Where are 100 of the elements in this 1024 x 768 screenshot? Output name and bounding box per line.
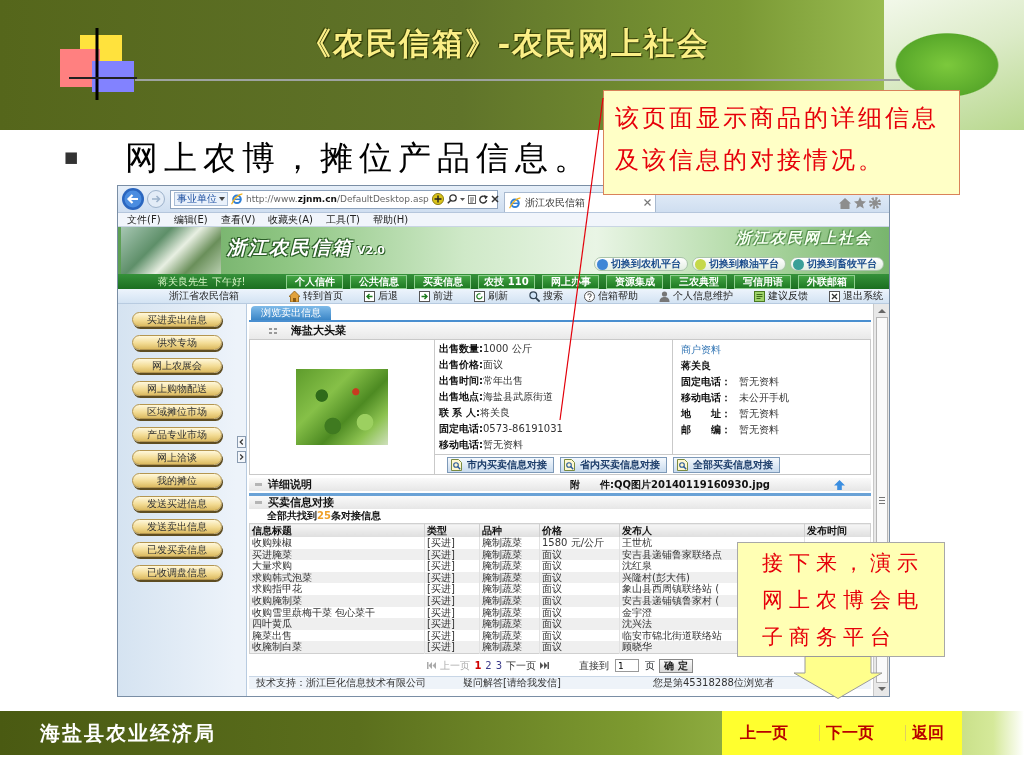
confirm-button[interactable]: 确 定 xyxy=(659,658,693,673)
grip-icon xyxy=(269,327,277,334)
nav-button[interactable]: 买卖信息 xyxy=(414,274,471,289)
chevron-right-icon[interactable] xyxy=(236,451,246,463)
table-cell: 收腌制白菜 xyxy=(249,641,425,654)
toolbar-link[interactable]: 搜索 xyxy=(529,290,563,302)
toolbar-link[interactable]: 刷新 xyxy=(474,290,508,302)
chevron-left-icon[interactable] xyxy=(236,436,246,448)
close-icon[interactable] xyxy=(490,195,499,203)
menu-item[interactable]: 文件(F) xyxy=(127,214,161,225)
url-field[interactable]: http://www.zjnm.cn/DefaultDesktop.asp xyxy=(246,194,429,204)
search-icon[interactable] xyxy=(446,194,457,204)
match-button[interactable]: 省内买卖信息对接 xyxy=(560,456,667,473)
menu-item[interactable]: 工具(T) xyxy=(326,214,360,225)
sidebar-button[interactable]: 供求专场 xyxy=(132,335,222,350)
toolbar-link[interactable]: 退出系统 xyxy=(829,290,883,302)
match-button[interactable]: 全部买卖信息对接 xyxy=(673,456,780,473)
nav-button[interactable]: 写信用语 xyxy=(734,274,791,289)
slide-nav-link[interactable]: 上一页 xyxy=(734,725,795,741)
home-icon[interactable] xyxy=(839,198,851,209)
house-icon xyxy=(289,290,300,302)
toolbar-link[interactable]: 个人信息维护 xyxy=(659,290,733,302)
menu-item[interactable]: 收藏夹(A) xyxy=(268,214,313,225)
platform-switch-button[interactable]: 切换到农机平台 xyxy=(594,257,688,271)
sidebar-button[interactable]: 已发买卖信息 xyxy=(132,542,222,557)
table-cell: [买进] xyxy=(424,537,480,549)
toolbar-link[interactable]: 建议反馈 xyxy=(754,290,808,302)
banner-slogan: 浙江农民网上社会 xyxy=(736,231,872,246)
page-link[interactable]: 3 xyxy=(495,660,503,671)
toolbar-link[interactable]: 后退 xyxy=(364,290,398,302)
field-value: 暂无资料 xyxy=(739,409,779,419)
sidebar-button[interactable]: 网上购物配送 xyxy=(132,381,222,396)
detail-text: 出售时间:常年出售 xyxy=(439,374,524,388)
last-page-icon[interactable] xyxy=(540,662,550,670)
table-cell: 腌制蔬菜 xyxy=(479,537,540,549)
menu-item[interactable]: 编辑(E) xyxy=(173,214,208,225)
person-icon xyxy=(659,290,670,302)
note-icon xyxy=(754,290,765,302)
sidebar-button[interactable]: 区域摊位市场 xyxy=(132,404,222,419)
nav-button[interactable]: 公共信息 xyxy=(350,274,407,289)
document-search-icon xyxy=(451,458,463,471)
attachment-text: 附 件:QQ图片20140119160930.jpg xyxy=(570,479,770,490)
sidebar-button[interactable]: 已收调盘信息 xyxy=(132,565,222,580)
close-box-icon xyxy=(829,290,840,302)
favorites-dropdown[interactable]: 事业单位 xyxy=(174,192,228,206)
back-arrow-icon[interactable] xyxy=(122,188,144,210)
section-title: 详细说明 xyxy=(268,479,312,490)
nav-button[interactable]: 三农典型 xyxy=(670,274,727,289)
nav-button[interactable]: 资源集成 xyxy=(606,274,663,289)
toolbar-link[interactable]: 前进 xyxy=(419,290,453,302)
table-cell: [买进] xyxy=(424,641,480,654)
browser-icon xyxy=(509,196,521,209)
match-button[interactable]: 市内买卖信息对接 xyxy=(447,456,554,473)
table-cell: 腌制蔬菜 xyxy=(479,560,540,572)
up-arrow-icon[interactable] xyxy=(834,479,845,490)
nav-button[interactable]: 外联邮箱 xyxy=(798,274,855,289)
column-header[interactable]: 品种 xyxy=(479,523,540,537)
platform-switch-button[interactable]: 切换到粮油平台 xyxy=(692,257,786,271)
menu-item[interactable]: 帮助(H) xyxy=(372,214,409,225)
toolbar-link[interactable]: 信箱帮助 xyxy=(584,290,638,302)
page-input[interactable]: 1 xyxy=(615,659,640,673)
column-header[interactable]: 发布时间 xyxy=(804,523,871,537)
menu-item[interactable]: 查看(V) xyxy=(220,214,256,225)
table-cell: 腌制蔬菜 xyxy=(479,641,540,654)
refresh-icon[interactable] xyxy=(478,194,488,204)
sidebar-button[interactable]: 发送卖出信息 xyxy=(132,519,222,534)
greeting-text: 蒋关良先生 下午好! xyxy=(157,276,247,287)
sidebar-button[interactable]: 我的摊位 xyxy=(132,473,222,488)
page-link[interactable]: 1 xyxy=(474,660,482,671)
table-cell: 面议 xyxy=(539,560,620,572)
sidebar-button[interactable]: 网上农展会 xyxy=(132,358,222,373)
column-header[interactable]: 发布人 xyxy=(619,523,805,537)
column-header[interactable]: 价格 xyxy=(539,523,620,537)
sidebar-button[interactable]: 买进卖出信息 xyxy=(132,312,222,327)
nav-button[interactable]: 个人信件 xyxy=(286,274,343,289)
slide-nav-link[interactable]: 下一页 xyxy=(819,725,880,741)
nav-button[interactable]: 农技 110 xyxy=(478,274,535,289)
footer-text: 您是第45318288位浏览者 xyxy=(653,677,774,688)
table-cell: 面议 xyxy=(539,641,620,654)
detail-text: 出售价格:面议 xyxy=(439,358,504,372)
star-icon[interactable] xyxy=(854,197,866,209)
site-logo: 浙江农民信箱 xyxy=(227,238,353,257)
page-icon[interactable] xyxy=(467,194,476,204)
settings-icon[interactable] xyxy=(869,197,881,209)
platform-switch-button[interactable]: 切换到畜牧平台 xyxy=(790,257,884,271)
column-header[interactable]: 信息标题 xyxy=(249,523,425,537)
sidebar-button[interactable]: 网上洽谈 xyxy=(132,450,222,465)
sidebar-button[interactable]: 发送买进信息 xyxy=(132,496,222,511)
toolbar-link[interactable]: 转到首页 xyxy=(289,290,343,302)
table-cell: 大量求购 xyxy=(249,560,425,572)
plus-circle-icon[interactable] xyxy=(431,193,444,205)
slide-title: 《农民信箱》-农民网上社会 xyxy=(299,24,711,63)
slide-nav-link[interactable]: 返回 xyxy=(904,725,950,741)
next-page-link[interactable]: 下一页 xyxy=(506,660,537,671)
browser-tab[interactable]: 浙江农民信箱 xyxy=(504,192,656,212)
merchant-name: 蒋关良 xyxy=(681,359,712,373)
sidebar-button[interactable]: 产品专业市场 xyxy=(132,427,222,442)
page-link[interactable]: 2 xyxy=(485,660,492,671)
merchant-heading: 商户资料 xyxy=(681,343,722,357)
column-header[interactable]: 类型 xyxy=(424,523,480,537)
